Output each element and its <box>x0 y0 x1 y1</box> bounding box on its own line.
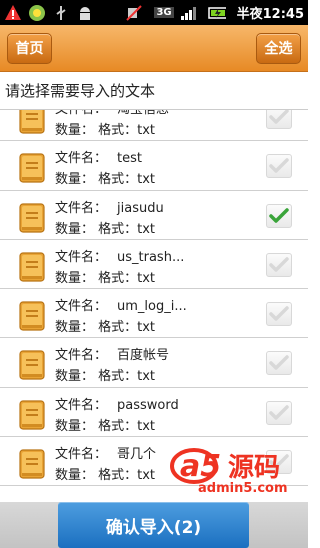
usb-icon <box>52 4 70 22</box>
file-name: test <box>117 151 142 167</box>
file-list-item[interactable]: 文件名： us_trash... 数量： 格式：txt <box>0 240 308 290</box>
svg-text:admin5.com: admin5.com <box>198 481 288 496</box>
signal-icon <box>179 4 197 22</box>
file-name: 百度帐号 <box>117 348 170 364</box>
qq-icon <box>28 4 46 22</box>
file-name: us_trash... <box>117 249 185 265</box>
file-meta: 数量： 格式：txt <box>55 468 156 484</box>
alert-icon <box>4 4 22 22</box>
file-list-item[interactable]: 文件名： password 数量： 格式：txt <box>0 388 308 438</box>
book-icon <box>19 202 45 233</box>
book-icon <box>19 153 45 183</box>
book-icon <box>19 449 45 479</box>
file-name: 淘宝信息 <box>117 110 169 117</box>
svg-text:源码: 源码 <box>228 453 280 483</box>
checkmark-empty-icon <box>269 355 289 371</box>
file-name-label: 文件名： <box>55 110 107 117</box>
file-name-label: 文件名： <box>55 447 108 463</box>
page-instruction: 请选择需要导入的文本 <box>0 72 308 110</box>
android-icon <box>76 4 94 22</box>
checkmark-empty-icon <box>269 158 289 174</box>
home-button[interactable]: 首页 <box>7 32 52 64</box>
select-checkbox[interactable] <box>266 400 292 425</box>
file-meta: 数量： 格式：txt <box>55 172 156 188</box>
file-name-label: 文件名： <box>55 299 108 315</box>
status-bar: 3G 半夜12:45 <box>0 0 308 25</box>
network-type: 3G <box>154 7 174 18</box>
file-meta: 数量： 格式：txt <box>55 123 156 138</box>
file-meta: 数量： 格式：txt <box>55 320 156 336</box>
title-bar: 首页 全选 <box>0 25 308 72</box>
battery-charging-icon <box>207 4 226 22</box>
checkmark-empty-icon <box>269 306 289 321</box>
file-list-item[interactable]: 文件名： 淘宝信息 数量： 格式：txt <box>0 110 308 142</box>
file-meta: 数量： 格式：txt <box>55 270 156 286</box>
select-checkbox[interactable] <box>266 110 292 129</box>
file-list-item[interactable]: 文件名： jiasudu 数量： 格式：txt <box>0 191 308 240</box>
file-list-item[interactable]: 文件名： test 数量： 格式：txt <box>0 141 308 191</box>
file-name-label: 文件名： <box>55 397 108 413</box>
confirm-import-button[interactable]: 确认导入(2) <box>58 502 249 548</box>
book-icon <box>19 400 45 430</box>
select-checkbox[interactable] <box>266 302 292 327</box>
book-icon <box>19 350 45 381</box>
file-name: jiasudu <box>117 200 164 216</box>
watermark-logo: a5 源码 admin5.com <box>170 444 294 496</box>
clock: 半夜12:45 <box>236 7 304 22</box>
file-name-label: 文件名： <box>55 151 108 167</box>
select-checkbox[interactable] <box>266 252 292 277</box>
file-meta: 数量： 格式：txt <box>55 418 156 434</box>
file-name-label: 文件名： <box>55 249 108 265</box>
checkmark-empty-icon <box>269 110 289 124</box>
checkmark-empty-icon <box>269 257 289 272</box>
book-icon <box>19 301 45 331</box>
select-checkbox[interactable] <box>266 351 292 376</box>
file-name-label: 文件名： <box>55 200 108 216</box>
file-name-label: 文件名： <box>55 348 108 364</box>
checkmark-icon <box>269 207 289 223</box>
file-meta: 数量： 格式：txt <box>55 369 156 385</box>
bottom-bar: 确认导入(2) <box>0 502 308 548</box>
file-name: 哥几个 <box>117 447 157 463</box>
file-name: password <box>117 397 179 413</box>
mute-icon <box>125 4 143 22</box>
svg-text:a5: a5 <box>180 449 221 484</box>
select-all-button[interactable]: 全选 <box>256 32 301 64</box>
file-list-item[interactable]: 文件名： 百度帐号 数量： 格式：txt <box>0 338 308 388</box>
checkmark-empty-icon <box>269 405 289 420</box>
select-checkbox[interactable] <box>266 154 292 179</box>
file-list-item[interactable]: 文件名： um_log_i... 数量： 格式：txt <box>0 289 308 339</box>
book-icon <box>19 110 45 134</box>
file-name: um_log_i... <box>117 299 187 315</box>
select-checkbox[interactable] <box>266 203 292 228</box>
file-meta: 数量： 格式：txt <box>55 221 156 237</box>
book-icon <box>19 252 45 282</box>
